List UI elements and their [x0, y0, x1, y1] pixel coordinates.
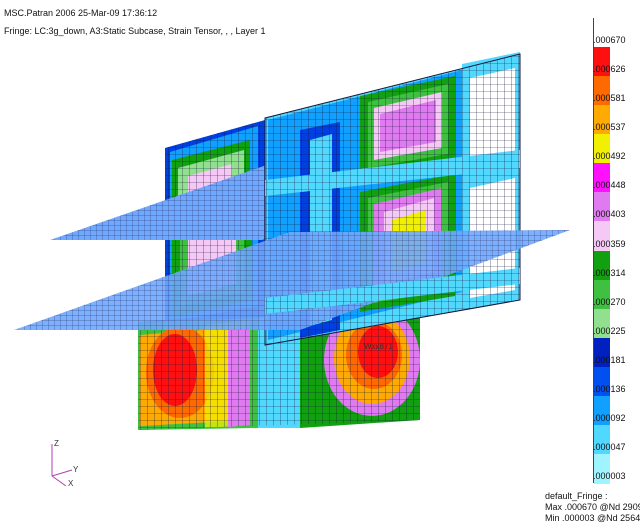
- legend-value: .000092: [593, 412, 626, 423]
- legend-value: .000314: [593, 267, 626, 278]
- node-marker-label: Wxx871: [364, 342, 393, 351]
- legend-value: .000181: [593, 354, 626, 365]
- model-viewport[interactable]: [0, 0, 640, 525]
- software-timestamp: MSC.Patran 2006 25-Mar-09 17:36:12: [4, 8, 158, 18]
- legend-value: .000626: [593, 64, 626, 75]
- fringe-summary: default_Fringe : Max .000670 @Nd 29093 M…: [545, 491, 640, 524]
- coordinate-triad: Z Y X: [51, 439, 79, 486]
- viewport-header: MSC.Patran 2006 25-Mar-09 17:36:12 Fring…: [4, 4, 265, 40]
- legend-value: .000403: [593, 209, 626, 220]
- fringe-min: Min .000003 @Nd 25648: [545, 513, 640, 523]
- legend-value: .000270: [593, 296, 626, 307]
- triad-z-label: Z: [54, 439, 59, 448]
- legend-value: .000670: [593, 35, 626, 46]
- legend-value: .000537: [593, 122, 626, 133]
- legend-value: .000047: [593, 441, 626, 452]
- legend-value: .000136: [593, 383, 626, 394]
- legend-value: .000003: [593, 471, 626, 481]
- fringe-description: Fringe: LC:3g_down, A3:Static Subcase, S…: [4, 26, 266, 36]
- triad-y-label: Y: [73, 465, 79, 474]
- legend-value: .000225: [593, 325, 626, 336]
- legend-value: .000448: [593, 180, 626, 191]
- legend-value: .000581: [593, 93, 626, 104]
- legend-value: .000359: [593, 238, 626, 249]
- fringe-name: default_Fringe :: [545, 491, 608, 501]
- triad-x-label: X: [68, 479, 74, 486]
- legend-value: .000492: [593, 151, 626, 162]
- fringe-max: Max .000670 @Nd 29093: [545, 502, 640, 512]
